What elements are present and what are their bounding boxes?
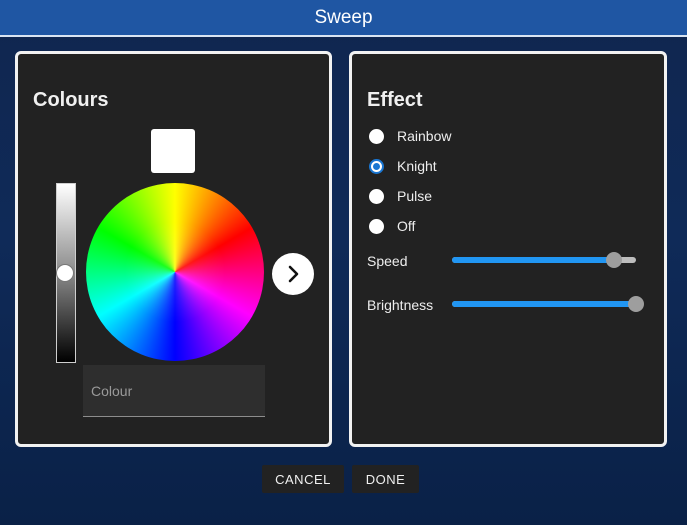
speed-slider-thumb[interactable] <box>606 252 622 268</box>
effect-option-knight[interactable]: Knight <box>369 158 437 174</box>
colours-title: Colours <box>33 89 109 111</box>
effect-title: Effect <box>367 89 423 111</box>
effect-option-pulse[interactable]: Pulse <box>369 188 432 204</box>
brightness-label: Brightness <box>367 297 434 313</box>
colour-input[interactable] <box>83 365 265 416</box>
effect-option-rainbow[interactable]: Rainbow <box>369 128 451 144</box>
colour-preview-swatch <box>151 129 195 173</box>
lightness-slider[interactable] <box>56 183 76 363</box>
done-button[interactable]: DONE <box>352 465 419 493</box>
radio-pulse[interactable] <box>369 188 384 204</box>
cancel-button[interactable]: CANCEL <box>262 465 344 493</box>
radio-rainbow[interactable] <box>369 128 384 144</box>
speed-slider-fill <box>452 257 614 263</box>
brightness-slider-fill <box>452 301 636 307</box>
effect-option-label: Pulse <box>397 188 433 204</box>
effect-panel: Effect Rainbow Knight Pulse Off Speed Br… <box>349 51 667 447</box>
effect-option-off[interactable]: Off <box>369 218 415 234</box>
colour-wheel[interactable] <box>86 183 264 361</box>
lightness-slider-thumb[interactable] <box>56 264 74 282</box>
brightness-slider[interactable] <box>452 296 644 312</box>
dialog-title: Sweep <box>0 0 687 37</box>
chevron-right-icon <box>288 265 299 283</box>
colour-field[interactable] <box>83 365 265 417</box>
effect-option-label: Off <box>397 218 416 234</box>
effect-option-label: Knight <box>397 158 437 174</box>
colour-wheel-center-blend <box>86 183 264 361</box>
brightness-slider-thumb[interactable] <box>628 296 644 312</box>
radio-off[interactable] <box>369 218 384 234</box>
speed-label: Speed <box>367 253 408 269</box>
next-button[interactable] <box>272 253 314 295</box>
effect-option-label: Rainbow <box>397 128 452 144</box>
colours-panel: Colours <box>15 51 332 447</box>
speed-slider[interactable] <box>452 252 636 268</box>
radio-knight[interactable] <box>369 158 384 174</box>
